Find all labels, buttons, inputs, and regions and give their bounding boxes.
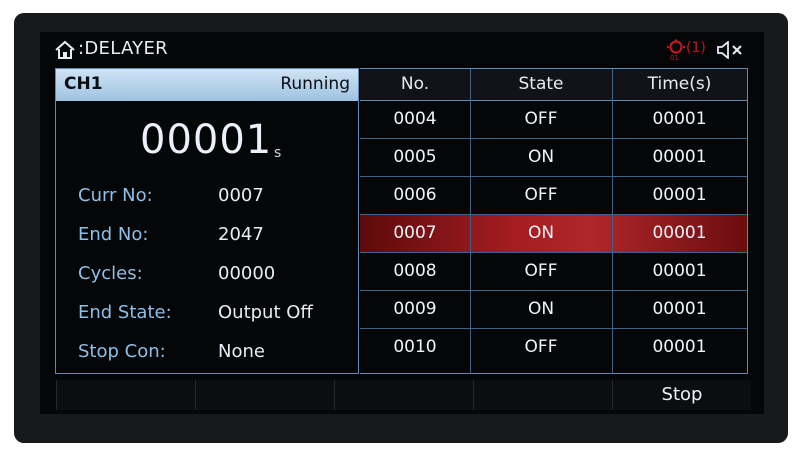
status-header: :DELAYER 01 (1) — [40, 32, 764, 68]
home-icon[interactable] — [54, 40, 76, 60]
stop-softkey[interactable]: Stop — [612, 380, 751, 410]
stop-con-value: None — [218, 341, 265, 362]
softkey-3[interactable] — [334, 380, 473, 410]
row-no: 0006 — [393, 185, 437, 205]
softkey-2[interactable] — [195, 380, 334, 410]
delay-time-unit: s — [274, 145, 282, 161]
row-state: OFF — [524, 109, 558, 129]
delay-time-readout: 00001 — [140, 117, 273, 163]
row-state: ON — [527, 299, 555, 319]
stop-softkey-label: Stop — [661, 384, 703, 405]
table-row[interactable]: 0010 OFF 00001 — [360, 329, 747, 367]
row-no: 0009 — [393, 299, 437, 319]
column-header-no: No. — [400, 74, 430, 94]
softkey-bar: Stop — [40, 376, 764, 414]
end-state-label: End State: — [78, 302, 172, 323]
channel-panel: CH1 Running 00001 s Curr No: 0007 End No… — [55, 68, 359, 374]
row-time: 00001 — [652, 299, 707, 319]
end-state-value: Output Off — [218, 302, 313, 323]
cycles-value: 00000 — [218, 263, 276, 284]
row-time: 00001 — [652, 109, 707, 129]
table-row[interactable]: 0005 ON 00001 — [360, 139, 747, 177]
row-time: 00001 — [652, 147, 707, 167]
column-header-state: State — [518, 74, 564, 94]
table-header: No. State Time(s) — [360, 69, 747, 101]
channel-header-bar[interactable]: CH1 Running — [56, 69, 358, 101]
row-state: ON — [527, 147, 555, 167]
row-state: OFF — [524, 337, 558, 357]
curr-no-label: Curr No: — [78, 185, 153, 206]
table-row[interactable]: 0004 OFF 00001 — [360, 101, 747, 139]
table-row-selected[interactable]: 0007 ON 00001 — [360, 215, 747, 253]
overcurrent-warning-icon: 01 — [667, 39, 685, 61]
softkey-4[interactable] — [473, 380, 612, 410]
row-state: ON — [527, 223, 555, 243]
column-divider — [470, 69, 471, 374]
table-row[interactable]: 0009 ON 00001 — [360, 291, 747, 329]
row-no: 0007 — [393, 223, 437, 243]
row-no: 0005 — [393, 147, 437, 167]
row-no: 0010 — [393, 337, 437, 357]
row-state: OFF — [524, 261, 558, 281]
lcd-screen: :DELAYER 01 (1) CH1 Running 00001 s Curr… — [40, 32, 764, 414]
cycles-label: Cycles: — [78, 263, 143, 284]
row-time: 00001 — [652, 337, 707, 357]
table-row[interactable]: 0008 OFF 00001 — [360, 253, 747, 291]
column-header-time: Time(s) — [647, 74, 712, 94]
delayer-table: No. State Time(s) 0004 OFF 00001 0005 ON… — [360, 68, 748, 374]
curr-no-value: 0007 — [218, 185, 264, 206]
speaker-mute-icon[interactable] — [716, 41, 748, 59]
row-time: 00001 — [652, 223, 707, 243]
softkey-1[interactable] — [56, 380, 195, 410]
page-title: :DELAYER — [78, 38, 168, 59]
svg-text:01: 01 — [670, 54, 679, 61]
channel-status: Running — [280, 74, 350, 94]
end-no-value: 2047 — [218, 224, 264, 245]
row-no: 0008 — [393, 261, 437, 281]
end-no-label: End No: — [78, 224, 149, 245]
stop-con-label: Stop Con: — [78, 341, 166, 362]
row-time: 00001 — [652, 261, 707, 281]
row-time: 00001 — [652, 185, 707, 205]
table-row[interactable]: 0006 OFF 00001 — [360, 177, 747, 215]
channel-name: CH1 — [64, 74, 103, 94]
row-no: 0004 — [393, 109, 437, 129]
row-state: OFF — [524, 185, 558, 205]
column-divider — [612, 69, 613, 374]
alert-count: (1) — [686, 40, 706, 56]
